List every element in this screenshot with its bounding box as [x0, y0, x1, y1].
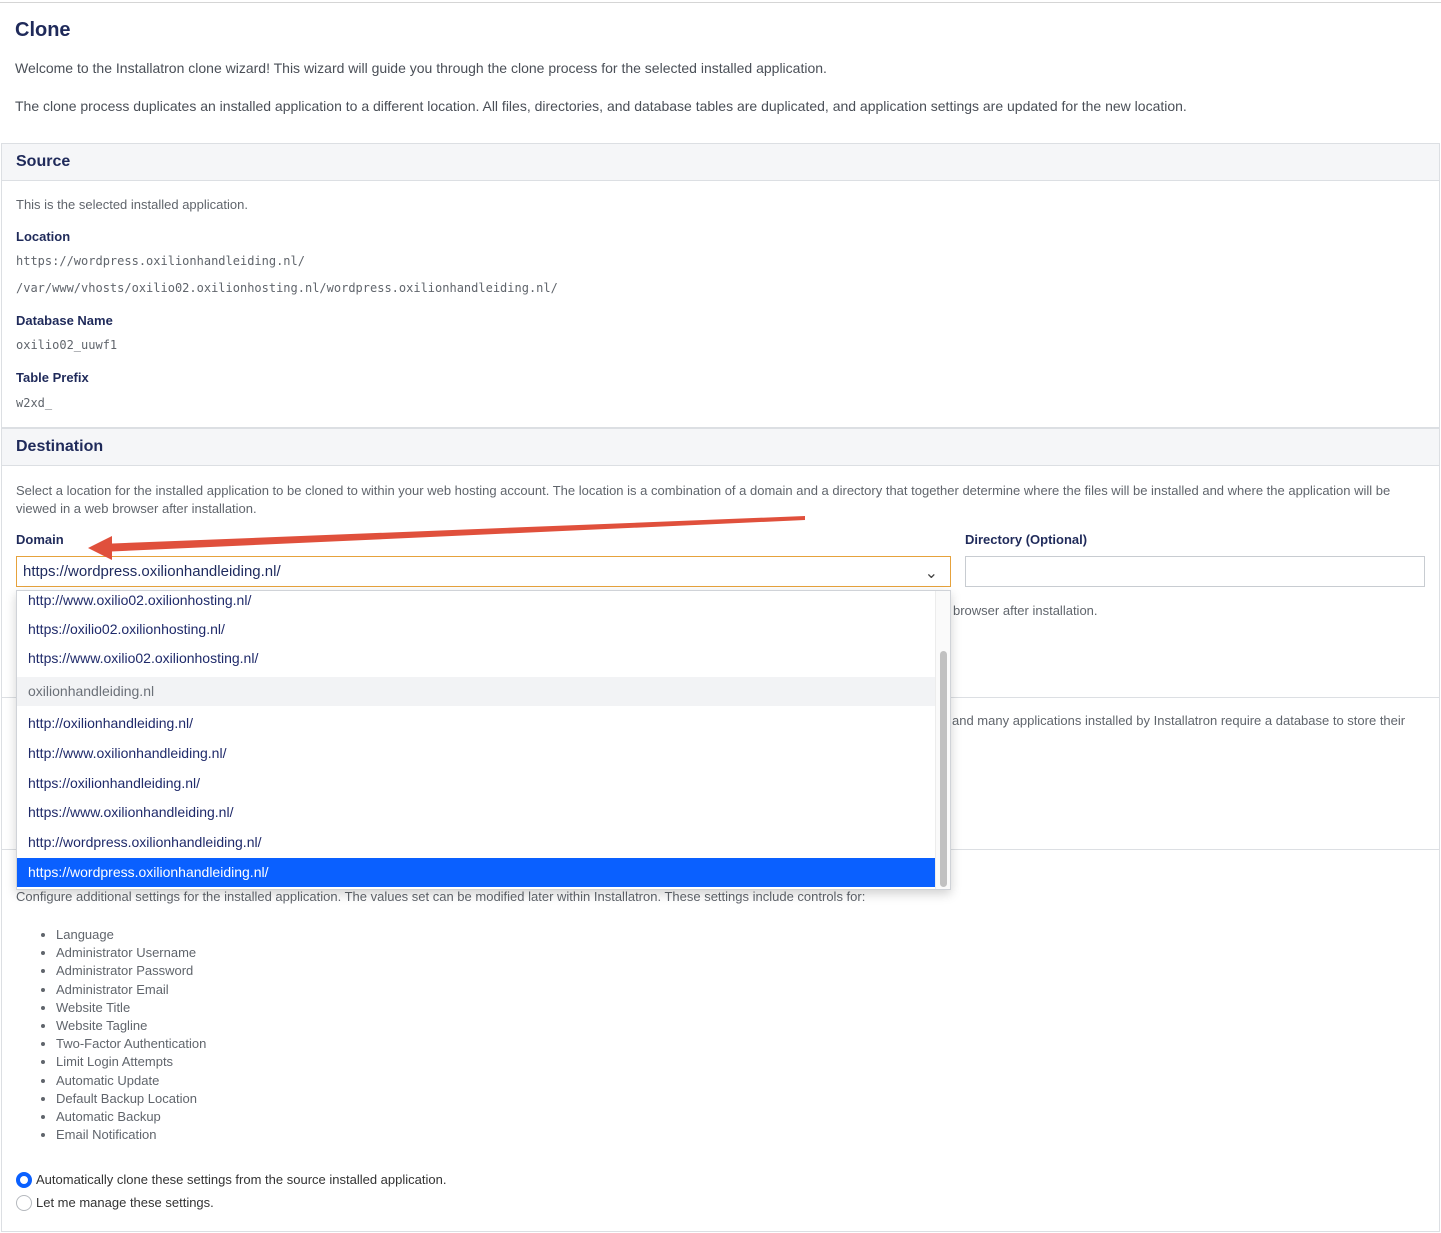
annotation-arrow-head — [88, 536, 112, 560]
annotation-arrow-shaft — [100, 516, 805, 552]
annotation-arrow — [88, 516, 805, 560]
